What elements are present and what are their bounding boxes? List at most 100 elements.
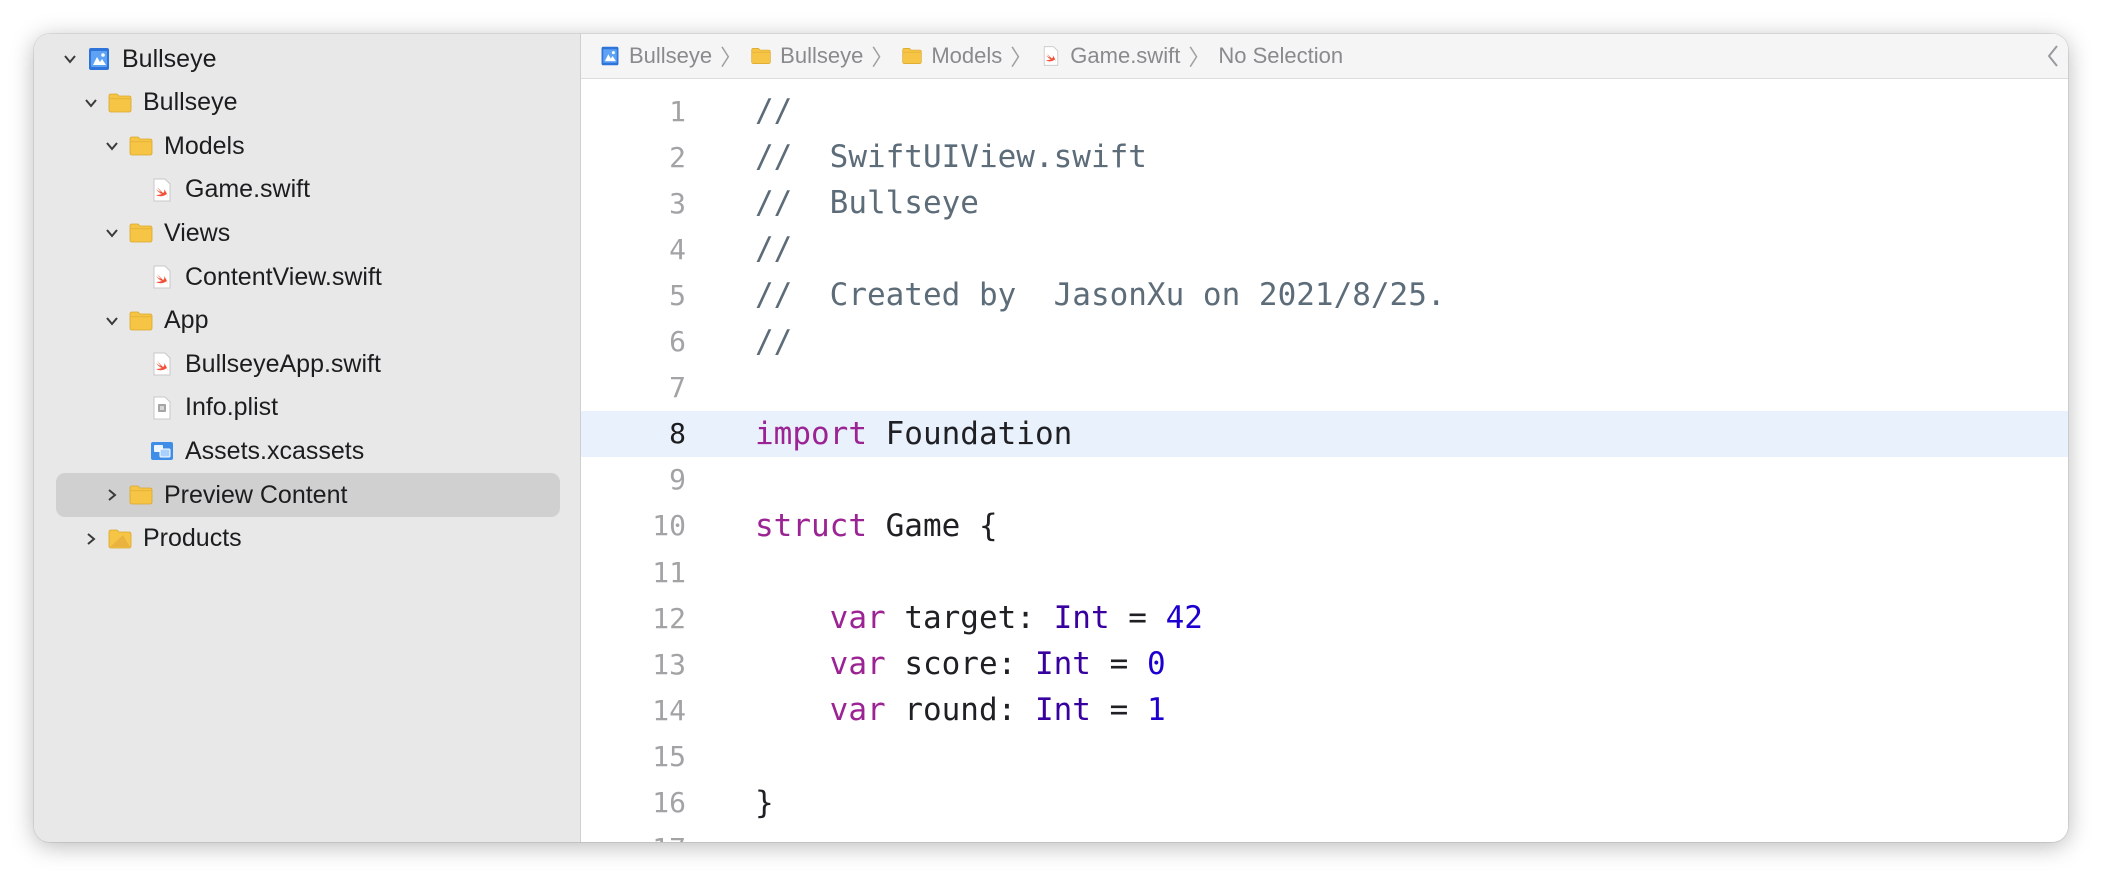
navigator-item[interactable]: Preview Content bbox=[34, 473, 580, 517]
disclosure-down-icon[interactable] bbox=[104, 138, 120, 154]
code-token: Int bbox=[1053, 600, 1110, 637]
project-navigator: Bullseye Bullseye Models Game.swift Views Con… bbox=[34, 34, 581, 842]
breadcrumb-label: No Selection bbox=[1218, 43, 1344, 68]
folder-icon bbox=[901, 45, 923, 67]
code-line[interactable]: 2 // SwiftUIView.swift bbox=[581, 134, 2068, 180]
code-token: var bbox=[829, 646, 886, 683]
code-line[interactable]: 1 // bbox=[581, 88, 2068, 134]
navigator-item[interactable]: Bullseye bbox=[34, 81, 580, 125]
navigator-item[interactable]: Bullseye bbox=[34, 37, 580, 81]
navigator-item[interactable]: Models bbox=[34, 124, 580, 168]
line-number: 11 bbox=[652, 555, 686, 589]
breadcrumb-item[interactable]: Bullseye bbox=[750, 43, 863, 69]
folder-icon bbox=[750, 45, 772, 67]
navigator-item-label: Game.swift bbox=[185, 175, 311, 204]
line-number: 6 bbox=[669, 325, 686, 358]
breadcrumb-separator-icon: 〉 bbox=[720, 45, 743, 70]
disclosure-right-icon[interactable] bbox=[83, 531, 99, 547]
code-text: // bbox=[755, 93, 792, 129]
navigator-item-label: BullseyeApp.swift bbox=[185, 349, 381, 378]
navigator-item-label: App bbox=[164, 306, 209, 335]
disclosure-down-icon[interactable] bbox=[62, 51, 78, 67]
code-line[interactable]: 16} bbox=[581, 780, 2068, 826]
folder-icon bbox=[107, 90, 133, 116]
disclosure-down-icon[interactable] bbox=[83, 95, 99, 111]
breadcrumb-item[interactable]: No Selection bbox=[1218, 43, 1343, 69]
navigator-item-label: Info.plist bbox=[185, 393, 279, 422]
disclosure-right-icon[interactable] bbox=[104, 487, 120, 503]
code-text: // Created by JasonXu on 2021/8/25. bbox=[755, 277, 1446, 313]
code-line[interactable]: 9 bbox=[581, 457, 2068, 503]
code-token: Int bbox=[1034, 646, 1091, 683]
xcode-window: Bullseye Bullseye Models Game.swift Views Con… bbox=[34, 34, 2068, 842]
navigator-item-label: Models bbox=[164, 131, 245, 160]
code-token: var bbox=[829, 600, 886, 637]
code-line[interactable]: 7 bbox=[581, 365, 2068, 411]
code-token: 1 bbox=[1146, 692, 1166, 729]
code-token: import bbox=[755, 415, 867, 452]
collapse-left-icon[interactable] bbox=[2044, 42, 2062, 70]
breadcrumb-item[interactable]: Bullseye bbox=[599, 43, 712, 69]
code-line[interactable]: 6 // bbox=[581, 319, 2068, 365]
swift-file-icon bbox=[149, 264, 175, 290]
code-token: = bbox=[1090, 692, 1147, 729]
code-text: // bbox=[755, 324, 792, 360]
code-line[interactable]: 10 struct Game { bbox=[581, 503, 2068, 549]
code-line[interactable]: 5 // Created by JasonXu on 2021/8/25. bbox=[581, 272, 2068, 318]
code-area[interactable]: 1 // 2 // SwiftUIView.swift 3 // Bullseye 4 // 5… bbox=[581, 78, 2068, 842]
xcode-project-icon bbox=[86, 46, 112, 72]
code-line[interactable]: 13 var score: Int = 0 bbox=[581, 641, 2068, 687]
breadcrumb-label: Bullseye bbox=[780, 43, 864, 68]
code-line[interactable]: 14 var round: Int = 1 bbox=[581, 687, 2068, 733]
breadcrumb-item[interactable]: Models bbox=[901, 43, 1002, 69]
breadcrumb-label: Game.swift bbox=[1070, 43, 1181, 68]
navigator-item-label: Assets.xcassets bbox=[185, 436, 365, 465]
breadcrumb-separator-icon: 〉 bbox=[871, 45, 894, 70]
line-number: 12 bbox=[652, 601, 686, 635]
code-line[interactable]: 4 // bbox=[581, 226, 2068, 272]
code-line[interactable]: 3 // Bullseye bbox=[581, 180, 2068, 226]
breadcrumb-item[interactable]: Game.swift bbox=[1040, 43, 1180, 69]
disclosure-down-icon[interactable] bbox=[104, 225, 120, 241]
navigator-item[interactable]: Assets.xcassets bbox=[34, 429, 580, 473]
code-token: target: bbox=[885, 600, 1054, 637]
folder-icon bbox=[128, 220, 154, 246]
code-token: } bbox=[755, 784, 774, 821]
navigator-item[interactable]: ContentView.swift bbox=[34, 255, 580, 299]
code-line[interactable]: 8 import Foundation bbox=[581, 410, 2068, 457]
code-token: // Created by JasonXu on 2021/8/25. bbox=[755, 277, 1446, 314]
code-token: = bbox=[1109, 600, 1166, 637]
navigator-item[interactable]: App bbox=[34, 299, 580, 343]
code-text: // Bullseye bbox=[755, 185, 979, 221]
line-number: 8 bbox=[669, 417, 686, 451]
navigator-item-label: Products bbox=[143, 524, 242, 553]
code-token: score: bbox=[885, 646, 1035, 683]
line-number: 10 bbox=[652, 509, 686, 543]
code-line[interactable]: 12 var target: Int = 42 bbox=[581, 595, 2068, 641]
navigator-item[interactable]: BullseyeApp.swift bbox=[34, 342, 580, 386]
code-token: struct bbox=[755, 507, 867, 544]
navigator-item[interactable]: Products bbox=[34, 517, 580, 561]
products-folder-icon bbox=[107, 526, 133, 552]
line-number: 9 bbox=[669, 463, 686, 497]
navigator-item[interactable]: Views bbox=[34, 211, 580, 255]
code-token: Int bbox=[1034, 692, 1091, 729]
code-token: round: bbox=[885, 692, 1035, 729]
jump-bar: Bullseye 〉 Bullseye 〉 Models 〉 Game.swift 〉 No S… bbox=[581, 34, 2068, 79]
navigator-item-label: Views bbox=[164, 218, 231, 247]
navigator-item[interactable]: Game.swift bbox=[34, 168, 580, 212]
code-line[interactable]: 11 bbox=[581, 549, 2068, 595]
swift-file-icon bbox=[1040, 45, 1062, 67]
code-line[interactable]: 15 bbox=[581, 733, 2068, 779]
code-token: // Bullseye bbox=[755, 185, 979, 222]
code-line[interactable]: 17 bbox=[581, 826, 2068, 842]
code-token: // bbox=[755, 231, 793, 268]
navigator-item[interactable]: Info.plist bbox=[34, 386, 580, 430]
code-text: } bbox=[755, 785, 774, 821]
line-number: 14 bbox=[652, 693, 686, 727]
disclosure-down-icon[interactable] bbox=[104, 313, 120, 329]
